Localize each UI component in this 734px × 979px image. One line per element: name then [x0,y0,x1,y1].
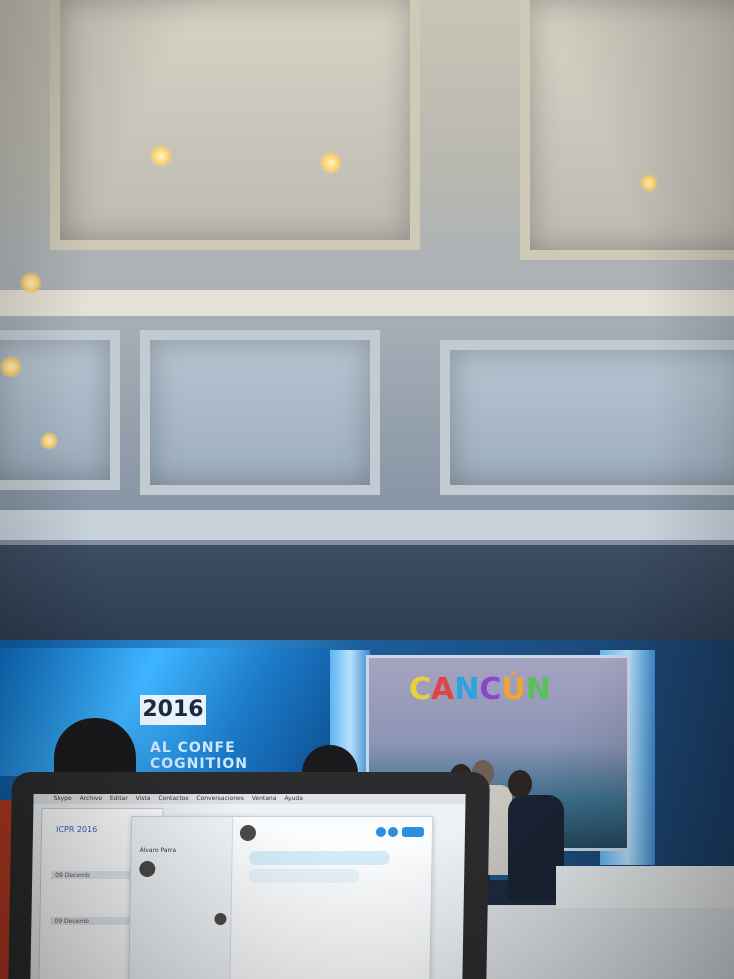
menu-bar: Skype Archivo Editar Vista Contactos Con… [33,794,466,804]
contact-avatar [239,825,257,841]
banner-year: 2016 [140,695,206,725]
banner-text: AL CONFE COGNITION [150,740,248,772]
screen-letter: C [479,672,502,707]
table [470,905,734,979]
ceiling-light [40,432,58,450]
ceiling-beam [0,290,734,316]
menu-item[interactable]: Editar [110,795,128,802]
person-head [508,770,532,798]
laptop: Skype Archivo Editar Vista Contactos Con… [7,772,491,979]
table [556,866,734,908]
message-bubble [249,869,360,883]
ceiling-light [320,152,342,174]
document-row-label: 09 Decemb [55,872,90,879]
ceiling-coffer [140,330,380,495]
document-row-label: 09 Decemb [54,918,89,925]
document-title: ICPR 2016 [55,825,98,834]
add-button[interactable] [401,827,425,837]
ceiling-coffer [50,0,420,250]
menu-item[interactable]: Ayuda [284,795,303,802]
contact-avatar [139,861,156,877]
banner-line-2: COGNITION [150,756,248,772]
laptop-screen: Skype Archivo Editar Vista Contactos Con… [30,794,466,979]
ceiling-beam [0,510,734,540]
ceiling-coffer [520,0,734,260]
screen-letter: N [454,672,480,707]
chat-sidebar: Álvaro Parra [129,817,234,979]
message-bubble [249,851,390,865]
screen-title: CANCÚN [409,672,551,707]
menu-item[interactable]: Conversaciones [196,795,244,802]
screen-letter: Ú [501,672,526,707]
ceiling [0,0,734,560]
call-icon[interactable] [387,827,399,837]
menu-item[interactable]: Vista [136,795,151,802]
chat-window: Álvaro Parra [128,816,434,979]
ceiling-light [150,145,172,167]
conference-scene: 2016 AL CONFE COGNITION CANCÚN Skype Arc… [0,0,734,979]
ceiling-light [0,356,22,378]
menu-item[interactable]: Contactos [158,795,188,802]
screen-letter: A [431,672,455,707]
ceiling-light [20,272,42,294]
menu-item[interactable]: Archivo [80,795,103,802]
ceiling-coffer [440,340,734,495]
video-call-icon[interactable] [375,827,387,837]
screen-letter: N [525,672,551,707]
banner-line-1: AL CONFE [150,740,236,756]
screen-letter: C [409,672,432,707]
menu-item[interactable]: Ventana [252,795,277,802]
ceiling-coffer [0,330,120,490]
menu-item[interactable]: Skype [53,795,71,802]
ceiling-light [640,174,658,192]
contact-name[interactable]: Álvaro Parra [140,847,177,854]
